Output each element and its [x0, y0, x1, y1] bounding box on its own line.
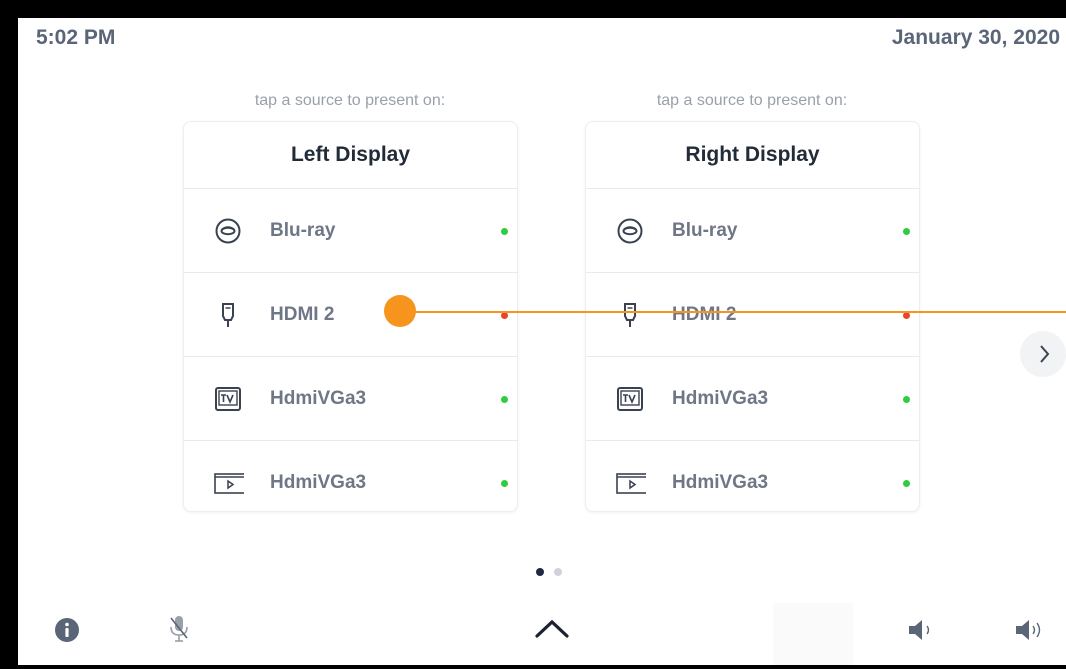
right-display-panel: Right Display Blu-ray HDMI 2 HdmiVGa3 Hd…: [585, 121, 920, 512]
status-dot: [903, 395, 910, 403]
left-source-hdmivga3-tv[interactable]: HdmiVGa3: [184, 357, 517, 441]
status-dot: [903, 227, 910, 235]
video-player-icon: [214, 472, 244, 494]
source-label: HdmiVGa3: [270, 387, 367, 409]
touch-panel-screen: 5:02 PM January 30, 2020 tap a source to…: [18, 18, 1066, 665]
microphone-muted-icon[interactable]: [168, 614, 190, 644]
left-source-hdmivga3-player[interactable]: HdmiVGa3: [184, 441, 517, 511]
status-dot: [501, 395, 508, 403]
right-display-title: Right Display: [586, 122, 919, 189]
blank-button[interactable]: [773, 603, 853, 665]
source-label: Blu-ray: [672, 219, 738, 241]
source-label: HdmiVGa3: [672, 387, 769, 409]
next-page-button[interactable]: [1020, 331, 1066, 377]
right-source-hdmivga3-player[interactable]: HdmiVGa3: [586, 441, 919, 511]
drag-gesture-point: [384, 295, 416, 327]
chevron-right-icon: [1040, 345, 1050, 363]
bluray-disc-icon: [617, 218, 643, 243]
tv-icon: [215, 386, 241, 411]
tv-icon: [617, 386, 643, 411]
right-source-hdmivga3-tv[interactable]: HdmiVGa3: [586, 357, 919, 441]
right-source-bluray[interactable]: Blu-ray: [586, 189, 919, 273]
source-label: HDMI 2: [270, 303, 335, 325]
page-indicator: [536, 563, 572, 581]
volume-down-icon[interactable]: [907, 619, 937, 641]
clock-time: 5:02 PM: [36, 26, 116, 49]
status-dot: [501, 479, 508, 487]
right-display-prompt: tap a source to present on:: [656, 92, 848, 109]
video-player-icon: [616, 472, 646, 494]
current-date: January 30, 2020: [891, 26, 1060, 49]
status-dot: [903, 479, 910, 487]
hdmi-plug-icon: [624, 302, 636, 327]
hdmi-plug-icon: [222, 302, 234, 327]
drag-gesture-line: [401, 311, 1066, 313]
bluray-disc-icon: [215, 218, 241, 243]
volume-up-icon[interactable]: [1014, 619, 1048, 641]
left-display-title: Left Display: [184, 122, 517, 189]
source-label: Blu-ray: [270, 219, 336, 241]
left-source-hdmi2[interactable]: HDMI 2: [184, 273, 517, 357]
page-dot-1[interactable]: [536, 568, 544, 576]
status-dot: [501, 227, 508, 235]
page-dot-2[interactable]: [554, 568, 562, 576]
chevron-up-icon[interactable]: [533, 616, 571, 640]
source-label: HdmiVGa3: [672, 471, 769, 493]
source-label: HDMI 2: [672, 303, 737, 325]
left-display-prompt: tap a source to present on:: [254, 92, 446, 109]
right-source-hdmi2[interactable]: HDMI 2: [586, 273, 919, 357]
left-source-bluray[interactable]: Blu-ray: [184, 189, 517, 273]
source-label: HdmiVGa3: [270, 471, 367, 493]
info-icon[interactable]: [55, 618, 79, 642]
left-display-panel: Left Display Blu-ray HDMI 2 HdmiVGa3 Hdm…: [183, 121, 518, 512]
